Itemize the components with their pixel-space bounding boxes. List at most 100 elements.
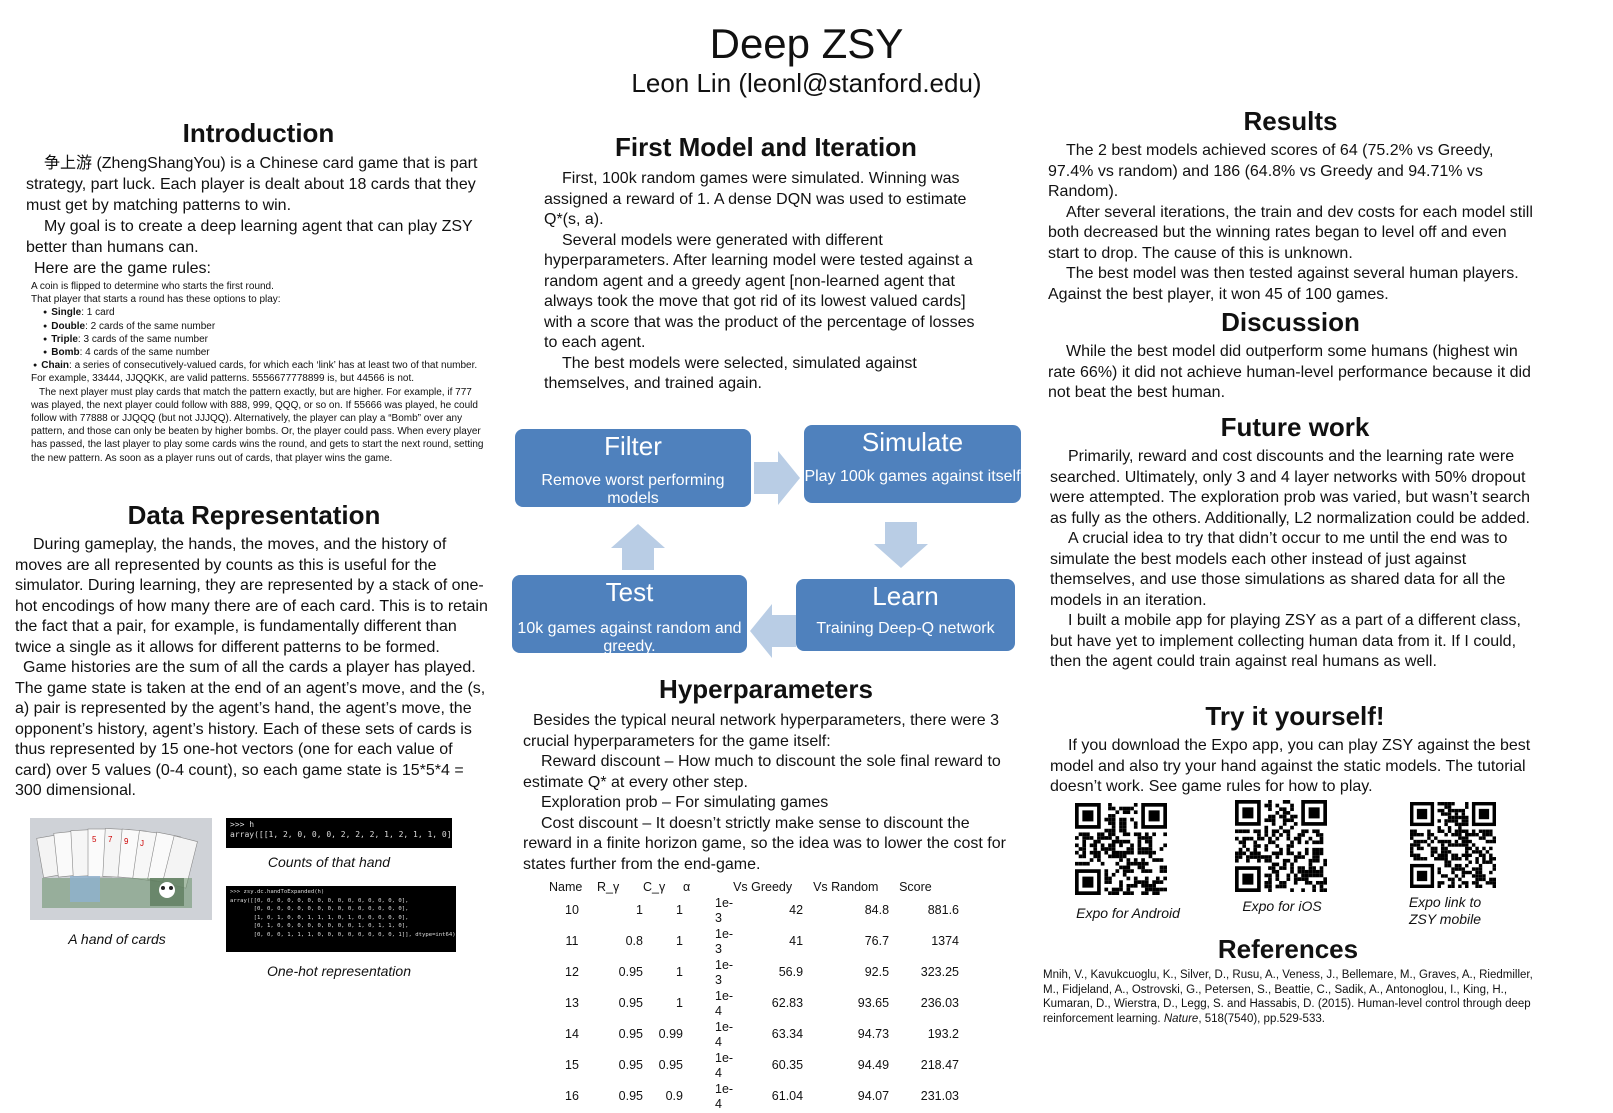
introduction-heading: Introduction (182, 118, 335, 148)
future-paragraph: Primarily, reward and cost discounts and… (1050, 448, 1530, 527)
table-cell: 881.6 (927, 903, 959, 918)
table-cell: 1e-4 (715, 1019, 734, 1050)
caption-counts: Counts of that hand (267, 854, 391, 870)
table-cell: 10 (565, 903, 579, 918)
rules-tail: The next player must play cards that mat… (31, 386, 484, 464)
table-row: 12 0.95 1 1e-3 56.9 92.5 323.25 (549, 958, 959, 989)
results-paragraph: After several iterations, the train and … (1048, 203, 1533, 262)
results-section: Results The 2 best models achieved score… (1048, 106, 1533, 305)
rule-name: Single (51, 307, 82, 319)
table-cell: 0.8 (625, 934, 643, 949)
reference-entry: Mnih, V., Kavukcuoglu, K., Silver, D., R… (1043, 968, 1533, 1026)
hyperparameters-section: Hyperparameters Besides the typical neur… (523, 674, 1009, 875)
filter-box: Filter Remove worst performing models (515, 429, 751, 507)
hyper-paragraph: Exploration prob – For simulating games (541, 794, 829, 811)
qr-code-android-icon[interactable] (1075, 803, 1167, 895)
hyper-paragraph: Reward discount – How much to discount t… (523, 753, 1001, 791)
table-cell: 1e-4 (715, 988, 734, 1019)
table-cell: 56.9 (778, 965, 804, 980)
table-cell: 13 (565, 996, 579, 1011)
table-cell: 92.5 (864, 965, 890, 980)
data-representation-body: During gameplay, the hands, the moves, a… (15, 535, 493, 802)
column-header: R_γ (597, 880, 620, 894)
hand-of-cards-image: 5 7 9 J (30, 818, 212, 920)
table-cell: 42 (789, 903, 804, 918)
rule-item: Bomb: 4 cards of the same number (43, 346, 491, 359)
references-heading: References (1217, 934, 1359, 964)
future-work-section: Future work Primarily, reward and cost d… (1050, 412, 1540, 673)
test-box: Test 10k games against random and greedy… (512, 575, 747, 655)
table-cell: 236.03 (920, 996, 959, 1011)
down-arrow-icon (874, 522, 928, 568)
qr-code-zsy-icon[interactable] (1408, 802, 1498, 888)
counts-terminal: >>> h array([[1, 2, 0, 0, 0, 2, 2, 2, 1,… (226, 818, 452, 848)
game-rules: A coin is flipped to determine who start… (26, 280, 491, 465)
caption-hand: A hand of cards (68, 931, 166, 947)
rule-desc: : a series of consecutively-valued cards… (31, 360, 478, 385)
caption-qr-zsy-line: Expo link to (1408, 894, 1482, 910)
table-cell: 93.65 (857, 996, 890, 1011)
table-cell: 14 (565, 1027, 579, 1042)
table-cell: 1 (636, 903, 643, 918)
simulate-box: Simulate Play 100k games against itself (804, 425, 1021, 503)
table-row: 16 0.95 0.9 1e-4 61.04 94.07 231.03 (549, 1082, 959, 1113)
table-cell: 63.34 (771, 1027, 804, 1042)
table-cell: 231.03 (920, 1089, 959, 1104)
first-model-body: First, 100k random games were simulated.… (544, 169, 988, 395)
results-body: The 2 best models achieved scores of 64 … (1048, 141, 1533, 305)
data-representation-heading: Data Representation (127, 500, 381, 530)
table-cell: 94.07 (857, 1089, 890, 1104)
rule-desc: : 4 cards of the same number (79, 347, 210, 359)
rule-desc: : 1 card (81, 307, 115, 319)
intro-paragraph: 争上游 (ZhengShangYou) is a Chinese card ga… (26, 155, 478, 214)
try-it-heading: Try it yourself! (1205, 701, 1385, 731)
onehot-terminal: >>> zsy.dc.handToExpanded(h) array([[0, … (226, 886, 456, 952)
table-cell: 1e-3 (715, 895, 734, 926)
left-arrow-icon (750, 604, 796, 658)
caption-qr-zsy-line: ZSY mobile (1408, 911, 1482, 927)
future-work-heading: Future work (1220, 412, 1370, 442)
references-section: References Mnih, V., Kavukcuoglu, K., Si… (1043, 934, 1533, 1026)
table-row: 14 0.95 0.99 1e-4 63.34 94.73 193.2 (549, 1020, 959, 1051)
table-cell: 1 (676, 996, 683, 1011)
filter-title: Filter (604, 431, 662, 461)
table-cell: 1 (676, 934, 683, 949)
table-cell: 11 (565, 934, 579, 949)
rule-item: Single: 1 card (43, 306, 491, 319)
table-cell: 0.95 (618, 1089, 643, 1104)
table-cell: 76.7 (864, 934, 890, 949)
rule-desc: : 2 cards of the same number (85, 320, 216, 332)
table-cell: 41 (789, 934, 804, 949)
svg-text:5: 5 (92, 835, 97, 844)
column-header: Name (549, 880, 583, 894)
svg-text:9: 9 (124, 837, 129, 846)
column-header: Vs Random (813, 880, 879, 894)
first-model-paragraph: First, 100k random games were simulated.… (544, 170, 967, 228)
caption-qr-android: Expo for Android (1076, 905, 1180, 921)
qr-code-ios-icon[interactable] (1235, 800, 1327, 892)
discussion-body: While the best model did outperform some… (1048, 342, 1533, 404)
results-paragraph: The 2 best models achieved scores of 64 … (1048, 142, 1494, 200)
table-row: 13 0.95 1 1e-4 62.83 93.65 236.03 (549, 989, 959, 1020)
datarep-paragraph: Game histories are the sum of all the ca… (15, 659, 486, 799)
column-header: Score (899, 880, 932, 894)
table-cell: 1e-3 (715, 926, 734, 957)
hyper-paragraph: Besides the typical neural network hyper… (523, 712, 1000, 750)
hyper-paragraph: Cost discount – It doesn’t strictly make… (523, 814, 1006, 873)
table-body: 10 1 1 1e-3 42 84.8 881.6 11 0.8 1 1e-3 41 76.7 1374 1… (549, 896, 959, 1113)
rules-lead: A coin is flipped to determine who start… (31, 281, 274, 292)
table-cell: 1 (676, 903, 683, 918)
right-arrow-icon (754, 451, 800, 505)
future-paragraph: I built a mobile app for playing ZSY as … (1050, 612, 1521, 670)
learn-title: Learn (872, 581, 939, 611)
rule-item-chain: ● Chain: a series of consecutively-valued… (31, 360, 478, 385)
results-paragraph: The best model was then tested against s… (1048, 265, 1519, 303)
filter-desc: Remove worst performing models (541, 472, 725, 507)
simulate-desc: Play 100k games against itself (804, 468, 1021, 485)
table-cell: 84.8 (864, 903, 890, 918)
discussion-heading: Discussion (1221, 307, 1360, 337)
table-cell: 94.73 (857, 1027, 890, 1042)
table-cell: 0.95 (618, 996, 643, 1011)
table-header-row: Name R_γ C_γ α Vs Greedy Vs Random Score (549, 880, 959, 896)
simulate-title: Simulate (861, 427, 964, 457)
